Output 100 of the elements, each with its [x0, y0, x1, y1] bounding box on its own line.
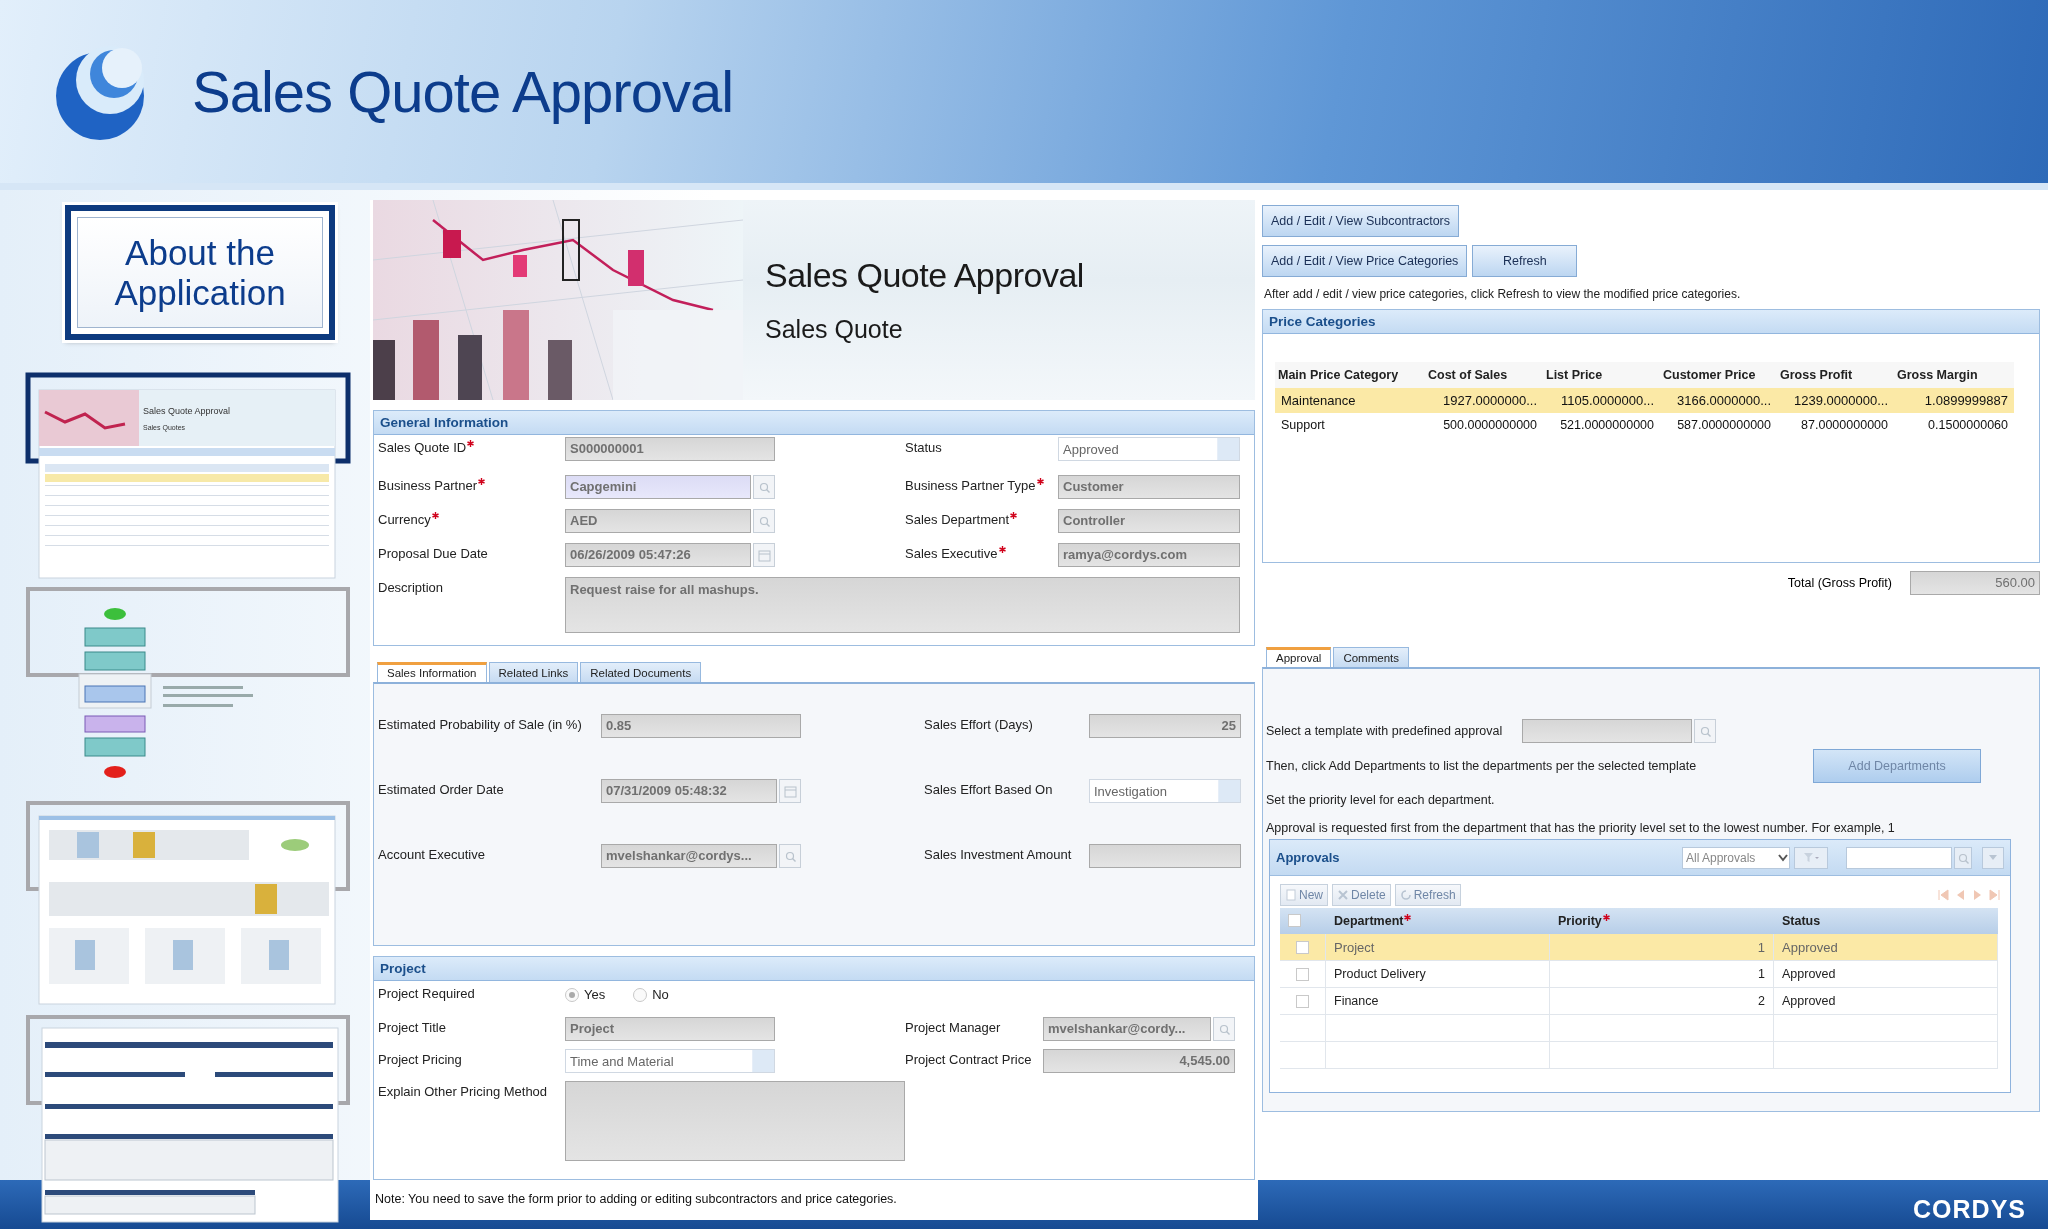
tab[interactable]: Related Links	[488, 662, 579, 682]
text-field[interactable]: mvelshankar@cordys...	[601, 844, 777, 868]
filter-button[interactable]	[1794, 846, 1828, 869]
checkbox[interactable]	[1296, 940, 1309, 954]
column-header: Cost of Sales	[1425, 362, 1543, 388]
instruction-text: Approval is requested first from the department that has the priority level set to the lowest number. For example, 1	[1266, 821, 1895, 835]
field-label: Sales Effort Based On	[924, 782, 1053, 797]
field-label: Total (Gross Profit)	[1787, 576, 1892, 590]
text-field[interactable]: 07/31/2009 05:48:32	[601, 779, 777, 803]
tab[interactable]: Related Documents	[580, 662, 702, 682]
checkbox[interactable]	[1296, 994, 1309, 1008]
text-field[interactable]: Customer	[1058, 475, 1240, 499]
table-cell-text: 87.0000000000	[1800, 417, 1889, 434]
text-field[interactable]: AED	[565, 509, 751, 533]
lookup-button[interactable]	[1694, 719, 1717, 743]
field-label: Estimated Probability of Sale (in %)	[378, 717, 582, 732]
calendar-button[interactable]	[753, 543, 775, 567]
table-cell: Maintenance	[1275, 388, 1425, 413]
field-label: Business Partner	[378, 478, 477, 493]
calendar-icon	[783, 784, 797, 798]
field-label: Project Pricing	[378, 1052, 462, 1067]
text-area[interactable]	[565, 1081, 905, 1161]
search-button[interactable]	[1954, 846, 1972, 869]
action-button[interactable]: Add / Edit / View Subcontractors	[1262, 205, 1460, 237]
field-label: Project Contract Price	[905, 1052, 1032, 1067]
banner-subtitle: Sales Quote	[765, 315, 904, 344]
lookup-button[interactable]	[1213, 1017, 1235, 1041]
dropdown-field[interactable]: Approved	[1058, 437, 1240, 461]
tab[interactable]: Comments	[1333, 647, 1409, 667]
action-button[interactable]: Add / Edit / View Price Categories	[1262, 245, 1468, 277]
text-field[interactable]: S000000001	[565, 437, 775, 461]
field-label: Description	[378, 580, 444, 595]
page-icon	[1285, 889, 1297, 901]
lookup-button[interactable]	[753, 475, 775, 499]
table-cell-text: 0.1500000060	[1927, 417, 2009, 434]
search-icon	[1698, 724, 1712, 738]
lookup-button[interactable]	[753, 509, 775, 533]
previous-page-icon[interactable]	[1955, 889, 1966, 901]
tab[interactable]: Approval	[1266, 647, 1332, 667]
next-page-icon[interactable]	[1972, 889, 1983, 901]
tab[interactable]: Sales Information	[377, 662, 487, 682]
field-label: Project Required	[378, 986, 475, 1001]
table-cell: 2	[1550, 988, 1774, 1015]
column-header: Gross Margin	[1894, 362, 2014, 388]
table-cell-text: 500.0000000000	[1442, 417, 1538, 434]
text-field[interactable]: mvelshankar@cordy...	[1043, 1017, 1211, 1041]
checkbox[interactable]	[1296, 967, 1309, 981]
text-field[interactable]: Controller	[1058, 509, 1240, 533]
text-field[interactable]: 0.85	[601, 714, 801, 738]
field-label: Project Title	[378, 1020, 446, 1035]
note-text: Note: You need to save the form prior to adding or editing subcontractors and price categories.	[374, 1191, 898, 1206]
text-field[interactable]: 06/26/2009 05:47:26	[565, 543, 751, 567]
text-field[interactable]: ramya@cordys.com	[1058, 543, 1240, 567]
field-label: Proposal Due Date	[378, 546, 488, 561]
text-field[interactable]: Project	[565, 1017, 775, 1041]
hint-text: After add / edit / view price categories, click Refresh to view the modified price categories.	[1264, 287, 1742, 301]
text-area[interactable]: Request raise for all mashups.	[565, 577, 1240, 633]
last-page-icon[interactable]	[1989, 889, 2000, 901]
calendar-button[interactable]	[779, 779, 801, 803]
field-label: Sales Effort (Days)	[924, 717, 1033, 732]
close-icon	[1337, 889, 1349, 901]
field-label: Account Executive	[378, 847, 485, 862]
empty-table-cell	[1280, 1042, 1326, 1069]
checkbox[interactable]	[1288, 914, 1301, 927]
radio-button[interactable]: Yes	[565, 983, 606, 1002]
dropdown-field[interactable]: Investigation	[1089, 779, 1241, 803]
text-field[interactable]: 25	[1089, 714, 1241, 738]
text-field[interactable]	[1522, 719, 1693, 743]
column-header: List Price	[1543, 362, 1660, 388]
radio-button[interactable]: No	[633, 983, 669, 1002]
field-label: Sales Department	[905, 512, 1010, 527]
options-button[interactable]	[1982, 846, 2004, 869]
section-header: Price Categories	[1263, 310, 2039, 334]
text-field[interactable]: 560.00	[1910, 571, 2040, 595]
about-panel[interactable]: About the Application	[65, 205, 335, 340]
table-cell: 1.0899999887	[1894, 388, 2014, 413]
field-label: Select a template with predefined approval	[1266, 724, 1503, 738]
field-label: Business Partner Type	[905, 478, 1036, 493]
text-field[interactable]: 4,545.00	[1043, 1049, 1235, 1073]
table-cell-text: Support	[1280, 417, 1326, 434]
field-label: Explain Other Pricing Method	[378, 1084, 548, 1099]
dropdown-field[interactable]: All Approvals	[1682, 846, 1790, 869]
table-cell: Product Delivery	[1326, 961, 1550, 988]
section-header: Project	[374, 957, 1254, 981]
text-field[interactable]: Capgemini	[565, 475, 751, 499]
first-page-icon[interactable]	[1938, 889, 1949, 901]
lookup-button[interactable]	[779, 844, 801, 868]
column-header: Status	[1782, 914, 1821, 928]
slide-title: Sales Quote Approval	[192, 58, 734, 125]
company-logo: CORDYS	[1913, 1195, 2026, 1224]
calendar-icon	[757, 548, 771, 562]
table-cell: Finance	[1326, 988, 1550, 1015]
search-field[interactable]	[1846, 846, 1952, 869]
search-icon	[1957, 851, 1969, 864]
action-button[interactable]: Refresh	[1472, 245, 1578, 277]
dropdown-field[interactable]: Time and Material	[565, 1049, 775, 1073]
text-field[interactable]	[1089, 844, 1241, 868]
caret-icon	[1989, 854, 1997, 861]
field-label: Sales Investment Amount	[924, 847, 1072, 862]
thumbnail-frame[interactable]	[26, 587, 350, 677]
